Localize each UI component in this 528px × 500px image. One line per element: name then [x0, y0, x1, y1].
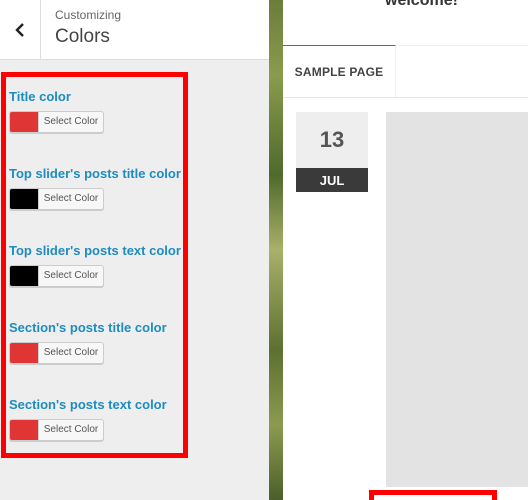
- color-swatch: [10, 112, 39, 132]
- color-swatch: [10, 266, 39, 286]
- control-label: Section's posts text color: [9, 397, 167, 412]
- back-button[interactable]: [0, 0, 41, 59]
- select-color-label: Select Color: [43, 116, 99, 127]
- color-control-slider-text: Top slider's posts text color Select Col…: [9, 243, 181, 287]
- select-color-button[interactable]: Select Color: [9, 265, 104, 287]
- welcome-text: welcome!: [385, 0, 458, 9]
- control-label: Section's posts title color: [9, 320, 167, 335]
- color-control-section-text: Section's posts text color Select Color: [9, 397, 167, 441]
- section-title: Colors: [55, 26, 110, 47]
- highlight-box-edge: [369, 490, 497, 500]
- date-month: JUL: [296, 168, 368, 192]
- select-color-button[interactable]: Select Color: [9, 111, 104, 133]
- color-control-section-title: Section's posts title color Select Color: [9, 320, 167, 364]
- post-image-placeholder[interactable]: [386, 112, 528, 487]
- customizer-sidebar: Customizing Colors Title color Select Co…: [0, 0, 269, 500]
- breadcrumb: Customizing: [55, 8, 122, 22]
- color-controls-highlight: Title color Select Color Top slider's po…: [1, 72, 188, 458]
- post-date-badge: 13 JUL: [296, 112, 368, 192]
- control-label: Top slider's posts title color: [9, 166, 181, 181]
- nav-divider: [283, 97, 528, 98]
- color-swatch: [10, 420, 39, 440]
- chevron-left-icon: [15, 22, 24, 37]
- color-control-slider-title: Top slider's posts title color Select Co…: [9, 166, 181, 210]
- control-label: Title color: [9, 89, 71, 104]
- select-color-label: Select Color: [43, 193, 99, 204]
- nav-item-sample-page[interactable]: SAMPLE PAGE: [283, 45, 396, 97]
- select-color-label: Select Color: [43, 347, 99, 358]
- select-color-label: Select Color: [43, 424, 99, 435]
- customizer-header: Customizing Colors: [0, 0, 269, 60]
- color-control-title: Title color Select Color: [9, 89, 104, 133]
- color-swatch: [10, 189, 39, 209]
- date-day: 13: [296, 112, 368, 168]
- select-color-button[interactable]: Select Color: [9, 342, 104, 364]
- background-image-strip: [269, 0, 283, 500]
- select-color-button[interactable]: Select Color: [9, 419, 104, 441]
- color-swatch: [10, 343, 39, 363]
- site-preview: welcome! SAMPLE PAGE 13 JUL: [283, 0, 528, 500]
- select-color-button[interactable]: Select Color: [9, 188, 104, 210]
- select-color-label: Select Color: [43, 270, 99, 281]
- control-label: Top slider's posts text color: [9, 243, 181, 258]
